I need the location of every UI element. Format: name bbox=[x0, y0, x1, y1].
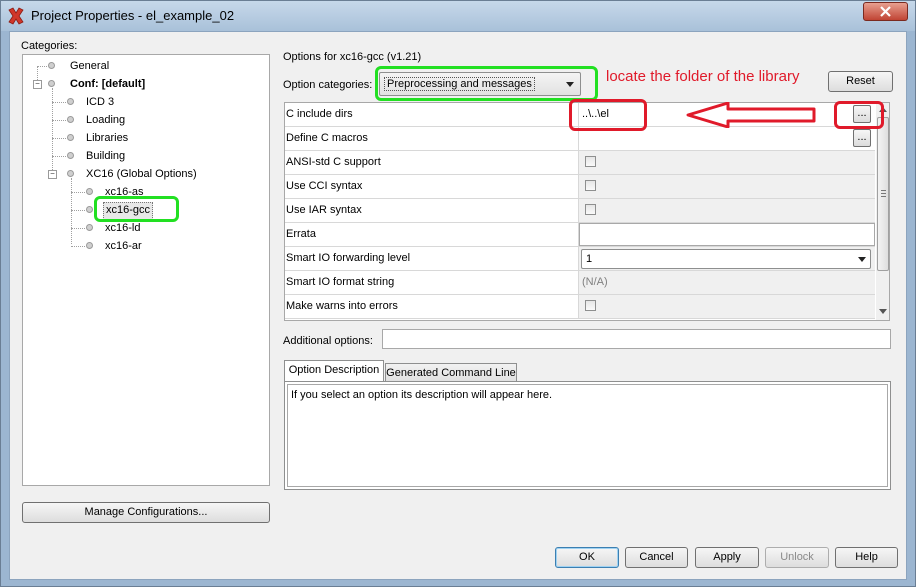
apply-button[interactable]: Apply bbox=[695, 547, 759, 568]
option-name: Use CCI syntax bbox=[285, 175, 579, 198]
option-value: (N/A) bbox=[579, 271, 875, 294]
tree-item-xc16-global-options[interactable]: XC16 (Global Options) bbox=[86, 166, 197, 182]
red-x-app-icon bbox=[8, 7, 24, 25]
red-highlight-browse-button bbox=[834, 101, 884, 129]
tree-item-icd3[interactable]: ICD 3 bbox=[86, 94, 114, 110]
node-bullet-icon bbox=[48, 62, 55, 69]
red-arrow-icon bbox=[686, 102, 816, 128]
categories-label: Categories: bbox=[21, 40, 78, 52]
scroll-down-icon[interactable] bbox=[879, 309, 887, 314]
categories-tree[interactable]: General − Conf: [default] ICD 3 Loading … bbox=[22, 54, 270, 486]
option-value: 1 bbox=[586, 253, 593, 265]
cci-syntax-checkbox[interactable] bbox=[585, 180, 596, 191]
grid-scrollbar[interactable] bbox=[876, 103, 889, 320]
options-property-grid: C include dirs ..\..\el ... Define C mac… bbox=[284, 102, 890, 321]
option-name: ANSI-std C support bbox=[285, 151, 579, 174]
tree-item-general[interactable]: General bbox=[70, 58, 109, 74]
node-bullet-icon bbox=[48, 80, 55, 87]
window-title: Project Properties - el_example_02 bbox=[31, 8, 235, 23]
node-bullet-icon bbox=[86, 224, 93, 231]
tree-item-loading[interactable]: Loading bbox=[86, 112, 125, 128]
description-panel: If you select an option its description … bbox=[284, 381, 891, 490]
option-name: Make warns into errors bbox=[285, 295, 579, 318]
tree-item-conf-default[interactable]: Conf: [default] bbox=[70, 76, 145, 92]
tree-item-libraries[interactable]: Libraries bbox=[86, 130, 128, 146]
smart-io-level-dropdown[interactable]: 1 bbox=[579, 247, 875, 270]
tree-item-xc16-ld[interactable]: xc16-ld bbox=[105, 220, 140, 236]
warns-into-errors-checkbox[interactable] bbox=[585, 300, 596, 311]
tab-option-description[interactable]: Option Description bbox=[284, 360, 384, 382]
node-bullet-icon bbox=[86, 206, 93, 213]
option-name: Define C macros bbox=[285, 127, 579, 150]
scrollbar-thumb[interactable] bbox=[877, 117, 889, 271]
annotation-text: locate the folder of the library bbox=[606, 68, 800, 85]
help-button[interactable]: Help bbox=[835, 547, 898, 568]
green-highlight-option-categories bbox=[375, 66, 598, 101]
manage-configurations-button[interactable]: Manage Configurations... bbox=[22, 502, 270, 523]
table-row[interactable]: Use CCI syntax bbox=[285, 175, 875, 199]
project-properties-window: Project Properties - el_example_02 Categ… bbox=[0, 0, 916, 587]
unlock-button[interactable]: Unlock bbox=[765, 547, 829, 568]
node-bullet-icon bbox=[67, 116, 74, 123]
ansi-std-checkbox[interactable] bbox=[585, 156, 596, 167]
table-row[interactable]: Use IAR syntax bbox=[285, 199, 875, 223]
option-name: Use IAR syntax bbox=[285, 199, 579, 222]
table-row[interactable]: Errata bbox=[285, 223, 875, 247]
red-highlight-include-path bbox=[569, 99, 647, 131]
table-row[interactable]: Make warns into errors bbox=[285, 295, 875, 319]
node-bullet-icon bbox=[67, 152, 74, 159]
table-row[interactable]: ANSI-std C support bbox=[285, 151, 875, 175]
cancel-button[interactable]: Cancel bbox=[625, 547, 688, 568]
green-highlight-xc16-gcc bbox=[94, 196, 179, 222]
close-icon bbox=[880, 6, 891, 17]
option-name: Smart IO forwarding level bbox=[285, 247, 579, 270]
tree-item-building[interactable]: Building bbox=[86, 148, 125, 164]
ok-button[interactable]: OK bbox=[555, 547, 619, 568]
node-bullet-icon bbox=[86, 188, 93, 195]
node-bullet-icon bbox=[67, 170, 74, 177]
option-categories-label: Option categories: bbox=[283, 79, 373, 91]
node-bullet-icon bbox=[67, 134, 74, 141]
options-for-label: Options for xc16-gcc (v1.21) bbox=[283, 51, 422, 63]
node-bullet-icon bbox=[67, 98, 74, 105]
option-name: C include dirs bbox=[285, 103, 579, 126]
option-name: Errata bbox=[285, 223, 579, 246]
errata-field[interactable] bbox=[579, 223, 875, 246]
tab-generated-command-line[interactable]: Generated Command Line bbox=[385, 363, 517, 383]
tree-item-xc16-ar[interactable]: xc16-ar bbox=[105, 238, 142, 254]
dialog-content: Categories: General − Conf: [default] IC… bbox=[9, 31, 907, 580]
browse-button[interactable]: ... bbox=[853, 129, 871, 147]
table-row[interactable]: Smart IO forwarding level 1 bbox=[285, 247, 875, 271]
node-bullet-icon bbox=[86, 242, 93, 249]
reset-button[interactable]: Reset bbox=[828, 71, 893, 92]
description-text: If you select an option its description … bbox=[291, 389, 553, 401]
additional-options-input[interactable] bbox=[382, 329, 891, 349]
collapse-icon[interactable]: − bbox=[48, 170, 57, 179]
additional-options-label: Additional options: bbox=[283, 335, 373, 347]
chevron-down-icon bbox=[858, 257, 866, 262]
option-name: Smart IO format string bbox=[285, 271, 579, 294]
close-button[interactable] bbox=[863, 2, 908, 21]
iar-syntax-checkbox[interactable] bbox=[585, 204, 596, 215]
table-row[interactable]: Smart IO format string (N/A) bbox=[285, 271, 875, 295]
title-bar[interactable]: Project Properties - el_example_02 bbox=[1, 1, 915, 31]
collapse-icon[interactable]: − bbox=[33, 80, 42, 89]
